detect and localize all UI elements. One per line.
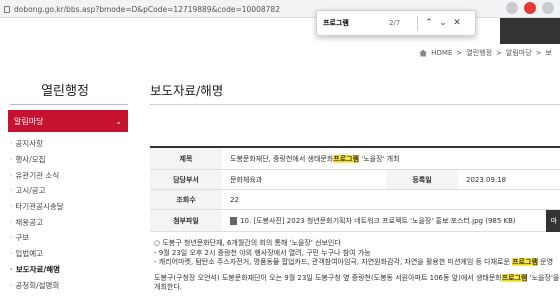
body-text: - 캐리어마켓, 탐탄소 주스자전거, 명품동물 팝업카드, 관객참여아임극, … xyxy=(154,258,513,267)
dept-value: 문화체육과 xyxy=(230,175,263,184)
find-input[interactable] xyxy=(317,19,389,27)
chevron-down-icon: ⌄ xyxy=(115,116,122,126)
breadcrumb-sep: > xyxy=(496,49,502,57)
url-text: dobong.go.kr/bbs.asp?bmode=D&pCode=12719… xyxy=(14,4,280,14)
file-icon xyxy=(230,216,237,225)
home-icon[interactable] xyxy=(419,49,428,57)
breadcrumb-home[interactable]: HOME xyxy=(431,49,452,57)
table-row: 담당부서 문화체육과 등록일 2023.09.18 xyxy=(150,170,560,190)
sidebar-item-announcements[interactable]: 고시/공고 xyxy=(10,183,128,199)
post-detail-table: 제목 도봉문화재단, 중랑천에서 생태문화프로그램 '노을장' 개최 담당부서 … xyxy=(150,146,560,232)
site-header-band xyxy=(500,18,560,44)
find-count: 2/7 xyxy=(389,19,401,27)
address-bar[interactable]: dobong.go.kr/bbs.asp?bmode=D&pCode=12719… xyxy=(4,2,280,16)
subject-label: 제목 xyxy=(150,148,222,169)
breadcrumb-sep: > xyxy=(535,49,542,57)
sidebar-item-legislation[interactable]: 입법예고 xyxy=(10,246,128,262)
sidebar-active-menu[interactable]: 알림마당 ⌄ xyxy=(8,110,128,132)
menu-icon[interactable] xyxy=(542,2,554,14)
sidebar-item-press[interactable]: 보도자료/해명 xyxy=(10,262,128,278)
body-text: '노을장'을 xyxy=(527,273,560,282)
views-label: 조회수 xyxy=(150,190,222,209)
find-highlight: 프로그램 xyxy=(333,154,360,163)
attachment-filename[interactable]: 10. [도봉사진] 2023 청년문화기획자 네트워크 프로젝트 '노을장' … xyxy=(240,217,516,225)
body-line: 개최한다. xyxy=(154,283,182,292)
sidebar-item-gazette[interactable]: 구보 xyxy=(10,230,128,246)
sidebar-title: 열린행정 xyxy=(41,84,89,99)
subject-value: 도봉문화재단, 중랑천에서 생태문화프로그램 '노을장' 개최 xyxy=(222,154,400,164)
browser-extensions xyxy=(506,2,554,14)
extension-icon[interactable] xyxy=(506,2,518,14)
subject-text: 도봉문화재단, 중랑천에서 생태문화 xyxy=(230,154,334,163)
subject-text-end: '노을장' 개최 xyxy=(359,154,400,163)
page-title: 보도자료/해명 xyxy=(150,83,224,98)
chevron-up-icon[interactable]: ⌃ xyxy=(422,16,436,30)
main-content: 보도자료/해명 제목 도봉문화재단, 중랑천에서 생태문화프로그램 '노을장' … xyxy=(150,62,560,298)
find-bar: 2/7 ⌃ ⌄ ✕ xyxy=(316,10,476,36)
sidebar: 열린행정 알림마당 ⌄ 공지사항 행사/모집 유관기관 소식 고시/공고 타기관… xyxy=(0,62,130,298)
dept-label: 담당부서 xyxy=(150,170,222,189)
attachment-link[interactable]: 10. [도봉사진] 2023 청년문화기획자 네트워크 프로젝트 '노을장' … xyxy=(222,216,516,226)
body-text: 운영 xyxy=(537,258,554,267)
table-row: 조회수 22 xyxy=(150,190,560,210)
body-line: - 9월 23일 오후 2시 중랑천 야외 행사장에서 열려, 구민 누구나 참… xyxy=(154,248,371,257)
table-row: 첨부파일 10. [도봉사진] 2023 청년문화기획자 네트워크 프로젝트 '… xyxy=(150,210,560,232)
sidebar-menu: 공지사항 행사/모집 유관기관 소식 고시/공고 타기관공시송달 채용공고 구보… xyxy=(10,136,128,293)
divider xyxy=(150,104,560,105)
sidebar-item-public-service[interactable]: 타기관공시송달 xyxy=(10,199,128,215)
profile-icon[interactable] xyxy=(524,2,536,14)
article-body: ○ 도봉구 청년문화단체, 6개월간의 회의 통해 '노을장' 선보인다 - 9… xyxy=(154,239,560,293)
divider xyxy=(417,16,418,30)
body-line: ○ 도봉구 청년문화단체, 6개월간의 회의 통해 '노을장' 선보인다 xyxy=(154,239,341,247)
browser-toolbar: dobong.go.kr/bbs.asp?bmode=D&pCode=12719… xyxy=(0,0,560,18)
body-line: - 캐리어마켓, 탐탄소 주스자전거, 명품동물 팝업카드, 관객참여아임극, … xyxy=(154,258,560,268)
close-icon[interactable]: ✕ xyxy=(450,16,464,30)
breadcrumb-section[interactable]: 열린행정 xyxy=(466,48,492,58)
attachment-label: 첨부파일 xyxy=(150,210,222,231)
breadcrumb-subsection[interactable]: 알림마당 xyxy=(506,48,532,58)
chevron-down-icon[interactable]: ⌄ xyxy=(436,16,450,30)
sidebar-item-agency-news[interactable]: 유관기관 소식 xyxy=(10,167,128,183)
sidebar-item-hearings[interactable]: 공청회/설명회 xyxy=(10,277,128,293)
date-label: 등록일 xyxy=(386,170,458,189)
lock-icon xyxy=(4,5,10,13)
breadcrumb-current[interactable]: 보 xyxy=(546,48,552,58)
sidebar-item-notice[interactable]: 공지사항 xyxy=(10,136,128,152)
floating-button[interactable]: 마 xyxy=(546,210,560,232)
body-text: 도봉구(구청장 오언석) 도봉문화재단이 오는 9월 23일 도봉구청 옆 중랑… xyxy=(154,273,502,282)
table-row: 제목 도봉문화재단, 중랑천에서 생태문화프로그램 '노을장' 개최 xyxy=(150,148,560,170)
body-line: 도봉구(구청장 오언석) 도봉문화재단이 오는 9월 23일 도봉구청 옆 중랑… xyxy=(154,273,560,284)
sidebar-item-events[interactable]: 행사/모집 xyxy=(10,152,128,168)
sidebar-item-recruitment[interactable]: 채용공고 xyxy=(10,214,128,230)
find-highlight: 프로그램 xyxy=(512,258,538,267)
date-value: 2023.09.18 xyxy=(466,175,507,184)
sidebar-active-label: 알림마당 xyxy=(14,116,44,126)
views-value: 22 xyxy=(230,195,239,204)
divider xyxy=(10,104,128,105)
find-highlight: 프로그램 xyxy=(501,273,528,282)
breadcrumb-sep: > xyxy=(456,49,463,57)
breadcrumb: HOME > 열린행정 > 알림마당 > 보 xyxy=(419,48,552,58)
